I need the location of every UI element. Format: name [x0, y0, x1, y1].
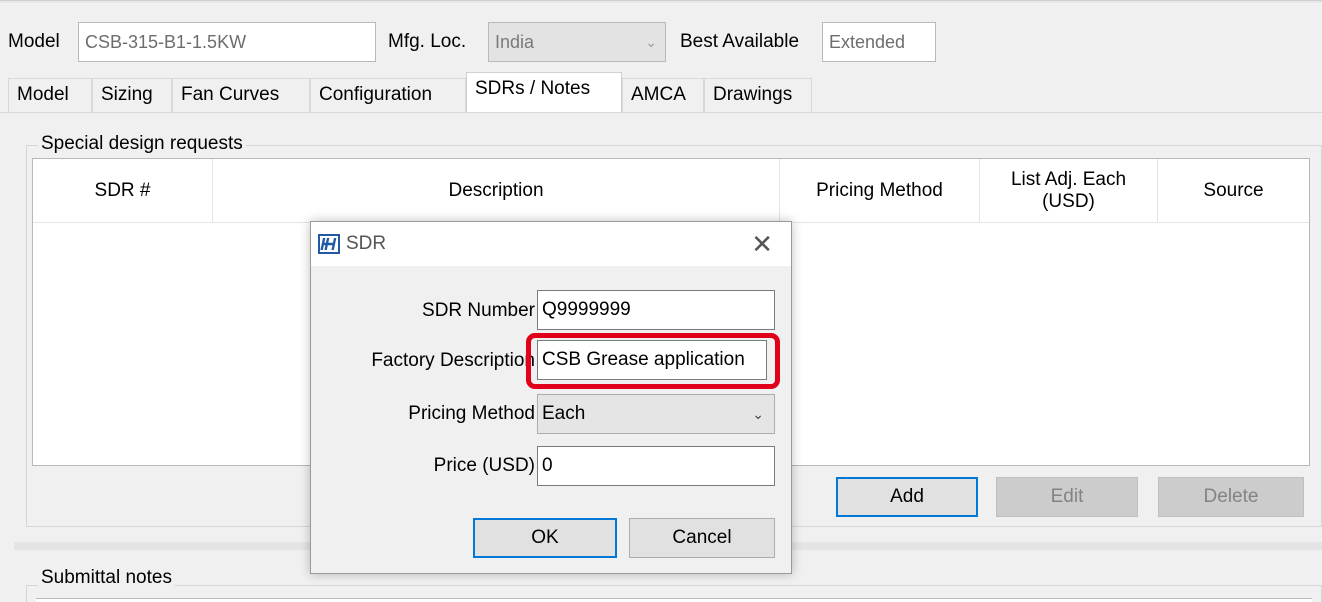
submittal-notes-title: Submittal notes [38, 566, 175, 590]
column-list-adj-each[interactable]: List Adj. Each (USD) [980, 159, 1158, 223]
delete-button: Delete [1158, 477, 1304, 517]
add-button[interactable]: Add [836, 477, 978, 517]
pricing-method-value: Each [542, 403, 586, 424]
sdr-number-label: SDR Number [422, 300, 535, 321]
factory-description-label: Factory Description [371, 350, 535, 371]
sdr-number-input[interactable]: Q9999999 [537, 290, 775, 330]
sdr-dialog: SDR ✕ SDR Number Q9999999 Factory Descri… [310, 221, 792, 574]
top-border [0, 0, 1322, 3]
pricing-method-select[interactable]: Each ⌄ [537, 394, 775, 434]
tab-drawings[interactable]: Drawings [704, 78, 812, 112]
dialog-titlebar[interactable]: SDR ✕ [311, 222, 791, 266]
tab-fan-curves[interactable]: Fan Curves [172, 78, 310, 112]
special-design-requests-title: Special design requests [38, 132, 246, 156]
column-sdr-number[interactable]: SDR # [33, 159, 213, 223]
cancel-button[interactable]: Cancel [629, 518, 775, 558]
chevron-down-icon: ⌄ [752, 406, 764, 422]
sdr-table-header: SDR # Description Pricing Method List Ad… [33, 159, 1309, 223]
mfg-loc-label: Mfg. Loc. [388, 31, 467, 52]
tab-model[interactable]: Model [8, 78, 92, 112]
price-input[interactable]: 0 [537, 446, 775, 486]
tab-sizing[interactable]: Sizing [92, 78, 172, 112]
tab-configuration[interactable]: Configuration [310, 78, 466, 112]
column-source[interactable]: Source [1158, 159, 1309, 223]
price-label: Price (USD) [433, 455, 535, 476]
model-field[interactable]: CSB-315-B1-1.5KW [78, 22, 376, 62]
app-logo-icon [318, 234, 340, 254]
submittal-notes-textbox[interactable] [36, 598, 1312, 602]
column-pricing-method[interactable]: Pricing Method [780, 159, 980, 223]
column-description[interactable]: Description [213, 159, 780, 223]
highlight-box [526, 333, 780, 389]
mfg-loc-value: India [495, 32, 535, 52]
close-icon[interactable]: ✕ [751, 230, 773, 258]
ok-button[interactable]: OK [473, 518, 617, 558]
best-available-field[interactable]: Extended [822, 22, 936, 62]
best-available-label: Best Available [680, 31, 800, 52]
dialog-title: SDR [346, 233, 387, 254]
mfg-loc-dropdown: India ⌄ [488, 22, 666, 62]
pricing-method-label: Pricing Method [408, 403, 535, 424]
tab-amca[interactable]: AMCA [622, 78, 704, 112]
model-label: Model [8, 31, 60, 52]
tab-strip-line [0, 112, 1322, 113]
edit-button: Edit [996, 477, 1138, 517]
chevron-down-icon: ⌄ [645, 34, 657, 50]
tab-sdrs-notes[interactable]: SDRs / Notes [466, 72, 622, 112]
